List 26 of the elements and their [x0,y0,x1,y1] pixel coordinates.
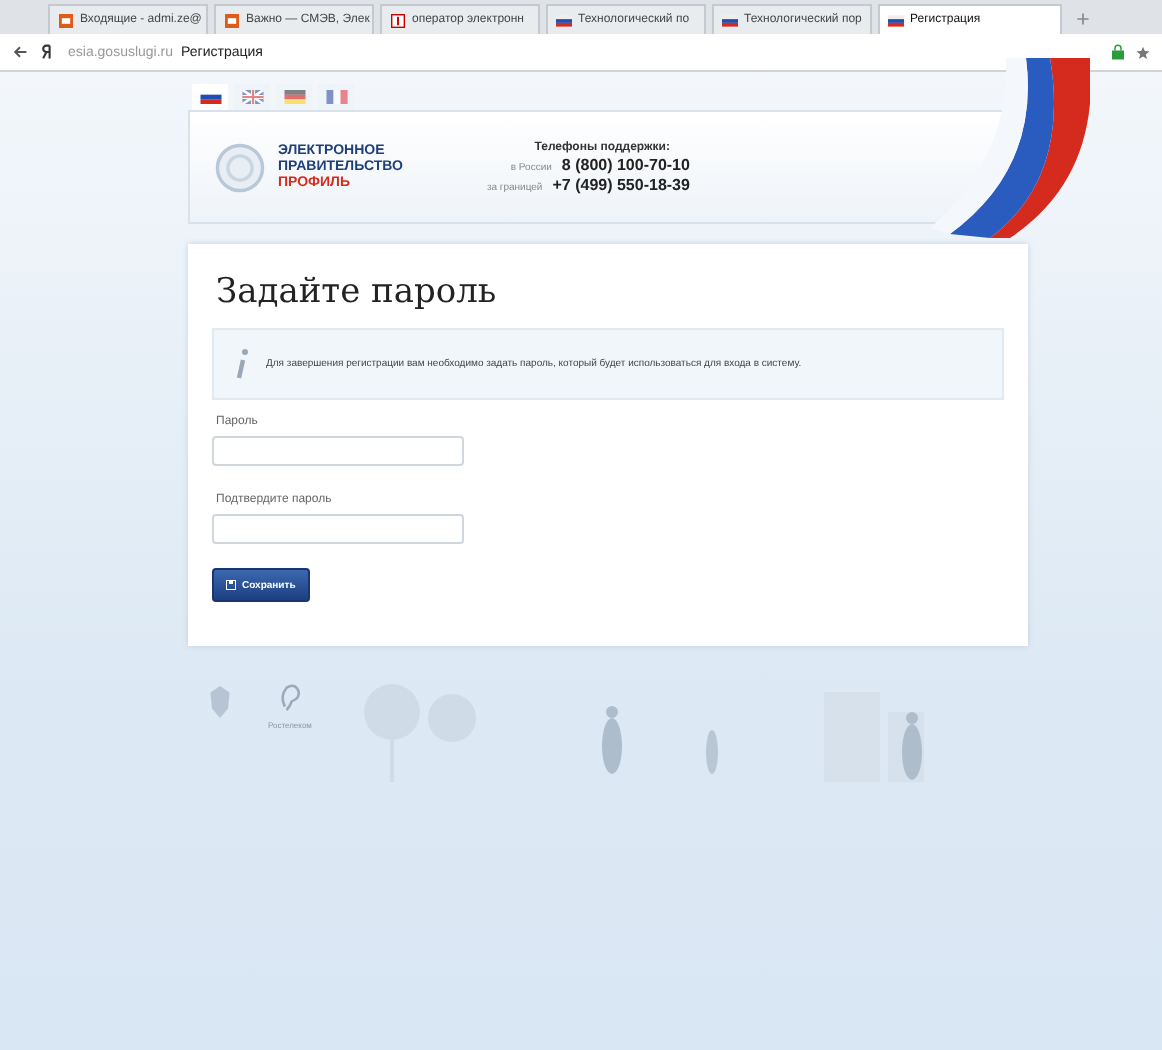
browser-logo-icon[interactable] [40,44,56,60]
search-engine-icon [390,13,406,27]
ear-logo-icon [277,682,302,714]
flag-icon [241,90,263,104]
mail-icon [224,13,240,27]
flag-icon [556,13,572,27]
star-icon[interactable] [1136,45,1150,59]
language-tab[interactable] [192,84,228,110]
coat-of-arms-icon [204,682,236,722]
flag-icon [722,13,738,27]
flag-icon [888,13,904,27]
flag-icon [283,90,305,104]
mail-icon [58,13,74,27]
phone-number: +7 (499) 550-18-39 [552,175,690,193]
lock-icon [1112,44,1124,60]
floppy-disk-icon [226,580,236,590]
phone-number: 8 (800) 100-70-10 [561,155,690,173]
password-field[interactable] [212,436,464,466]
page-title: Задайте пароль [216,272,499,312]
flag-icon [199,90,221,104]
password-field[interactable] [212,514,464,544]
back-arrow-icon[interactable] [12,44,28,60]
flag-icon [325,90,347,104]
plus-icon[interactable] [1076,12,1090,26]
emblem-logo-icon [214,141,266,193]
info-icon [234,348,250,380]
